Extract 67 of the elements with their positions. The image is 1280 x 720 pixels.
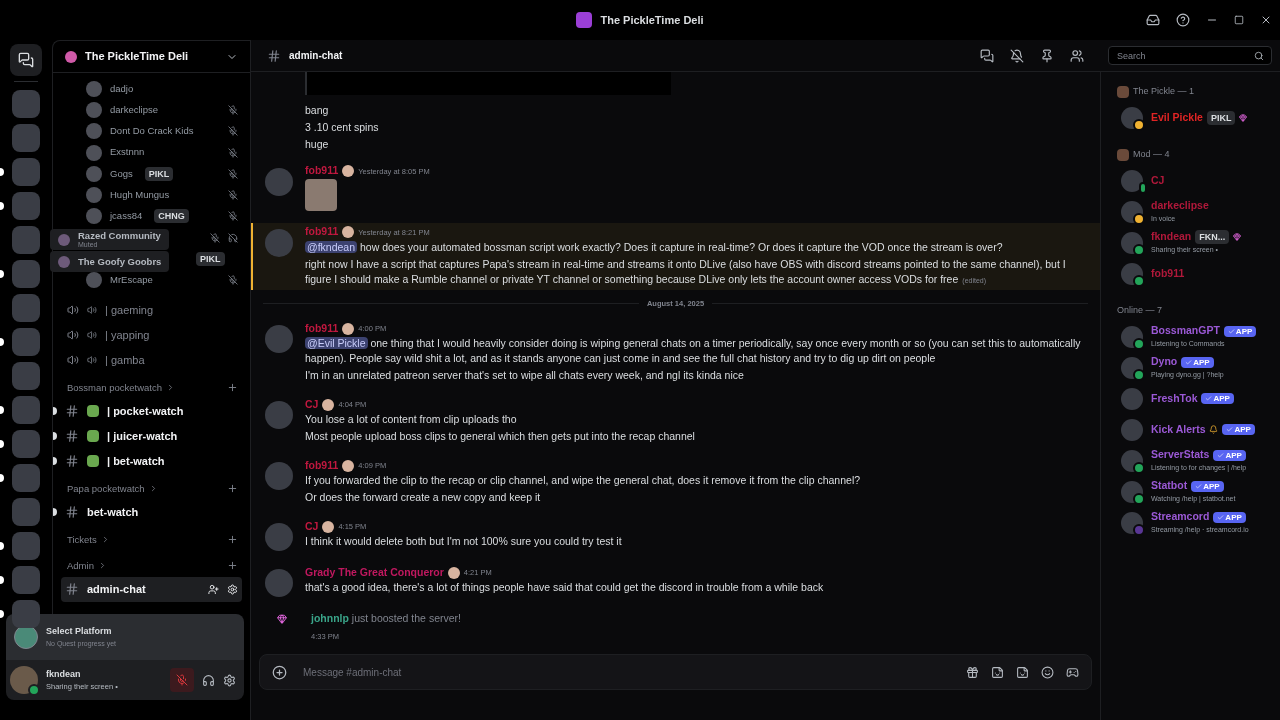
message-text: @fkndean how does your automated bossman script work exactly? Does it capture in real-time? Or does it capture the VOD once the stream is over? [305,239,1004,255]
member-name: Kick Alerts [1151,421,1206,437]
channel-name: | gamba [105,353,145,369]
channel-name: | yapping [105,328,150,344]
channel-name: | juicer-watch [107,429,178,445]
server-name: The PickleTime Deli [85,49,190,65]
app-badge: APP [1201,393,1234,404]
member-name: jcass84 [110,209,143,224]
app-badge: APP [1191,480,1224,492]
tooltip-title: Razed Community [78,230,161,241]
channel-name: | bet-watch [107,454,165,470]
app-badge: APP [1223,325,1257,337]
tooltip-title: The Goofy Goobrs [78,256,162,267]
member-group-title: The Pickle — 1 [1133,85,1195,99]
message-text: @Evil Pickle one thing that I would heavily consider doing is wiping general chats on a timer periodically, say once every month or so (you can set this to automatically happen). People say wild shit a lot, and as it stands anyone can just come in and see the full chat history and try to dig up dirt on people [305,336,1082,366]
channel-title: admin-chat [289,49,344,63]
member-group-title: Online — 7 [1117,304,1163,318]
quest-title: Select Platform [46,625,113,638]
channel-name: | gaeming [105,303,154,319]
channel-name: admin-chat [87,582,146,598]
message-text: I think it would delete both but I'm not 100% sure you could try test it [305,534,622,549]
member-name: Evil Pickle [1151,109,1203,125]
app-badge: APP [1213,511,1246,523]
member-name: Dont Do Crack Kids [110,124,194,139]
member-name: Exstnnn [110,145,145,160]
member-name: fkndean [1151,229,1192,245]
message-text: Most people upload boss clips to general which then gets put into the recap channel [305,429,695,444]
category-name: Bossman pocketwatch [67,380,163,395]
guild-tag: FKN... [1195,230,1230,245]
category-name: Tickets [67,532,97,547]
message-text: bang [305,102,330,118]
message-text: 3 .10 cent spins [305,119,380,135]
member-name: Gogs [110,166,133,181]
member-name: Hugh Mungus [110,188,170,202]
member-name: darkeclipse [110,102,159,117]
category-name: Admin [67,558,94,573]
message-text: that's a good idea, there's a lot of things people have said that could get the discord in trouble from a while back [305,580,824,595]
member-name: CJ [1151,172,1165,188]
member-name: dadjo [110,81,134,96]
member-name: Statbot [1151,478,1188,494]
channel-name: | pocket-watch [107,404,184,420]
message-text: I'm in an unrelated patreon server that's set to wipe all chats every week, and ngl its kinda nice [305,368,745,383]
member-name: FreshTok [1151,390,1198,406]
guild-tag: PIKL [1206,110,1236,125]
user-name: fkndean [46,667,82,681]
system-message: johnnlp just boosted the server! [311,611,461,626]
window-title: The PickleTime Deli [600,12,704,28]
guild-tag: PIKL [196,252,225,266]
member-name: darkeclipse [1151,198,1209,214]
guild-tag: CHNG [154,209,189,224]
message-text: huge [305,136,330,152]
member-name: MrEscape [110,273,153,288]
channel-name: bet-watch [87,505,139,521]
app-badge: APP [1181,356,1214,368]
member-name: ServerStats [1151,447,1210,463]
member-group-title: Mod — 4 [1133,148,1170,162]
message-text: Or does the forward create a new copy and keep it [305,490,542,505]
member-name: Dyno [1151,354,1178,370]
member-name: BossmanGPT [1151,323,1220,339]
guild-tag: PIKL [144,166,174,181]
app-badge: APP [1222,424,1255,435]
category-name: Papa pocketwatch [67,481,145,496]
member-name: Streamcord [1151,509,1210,525]
message-text: If you forwarded the clip to the recap or clip channel, and wipe the general chat, does it remove it from the clip channel? [305,473,861,488]
app-badge: APP [1213,449,1246,461]
message-text: You lose a lot of content from clip uploads tho [305,412,518,427]
member-name: fob911 [1151,265,1185,281]
